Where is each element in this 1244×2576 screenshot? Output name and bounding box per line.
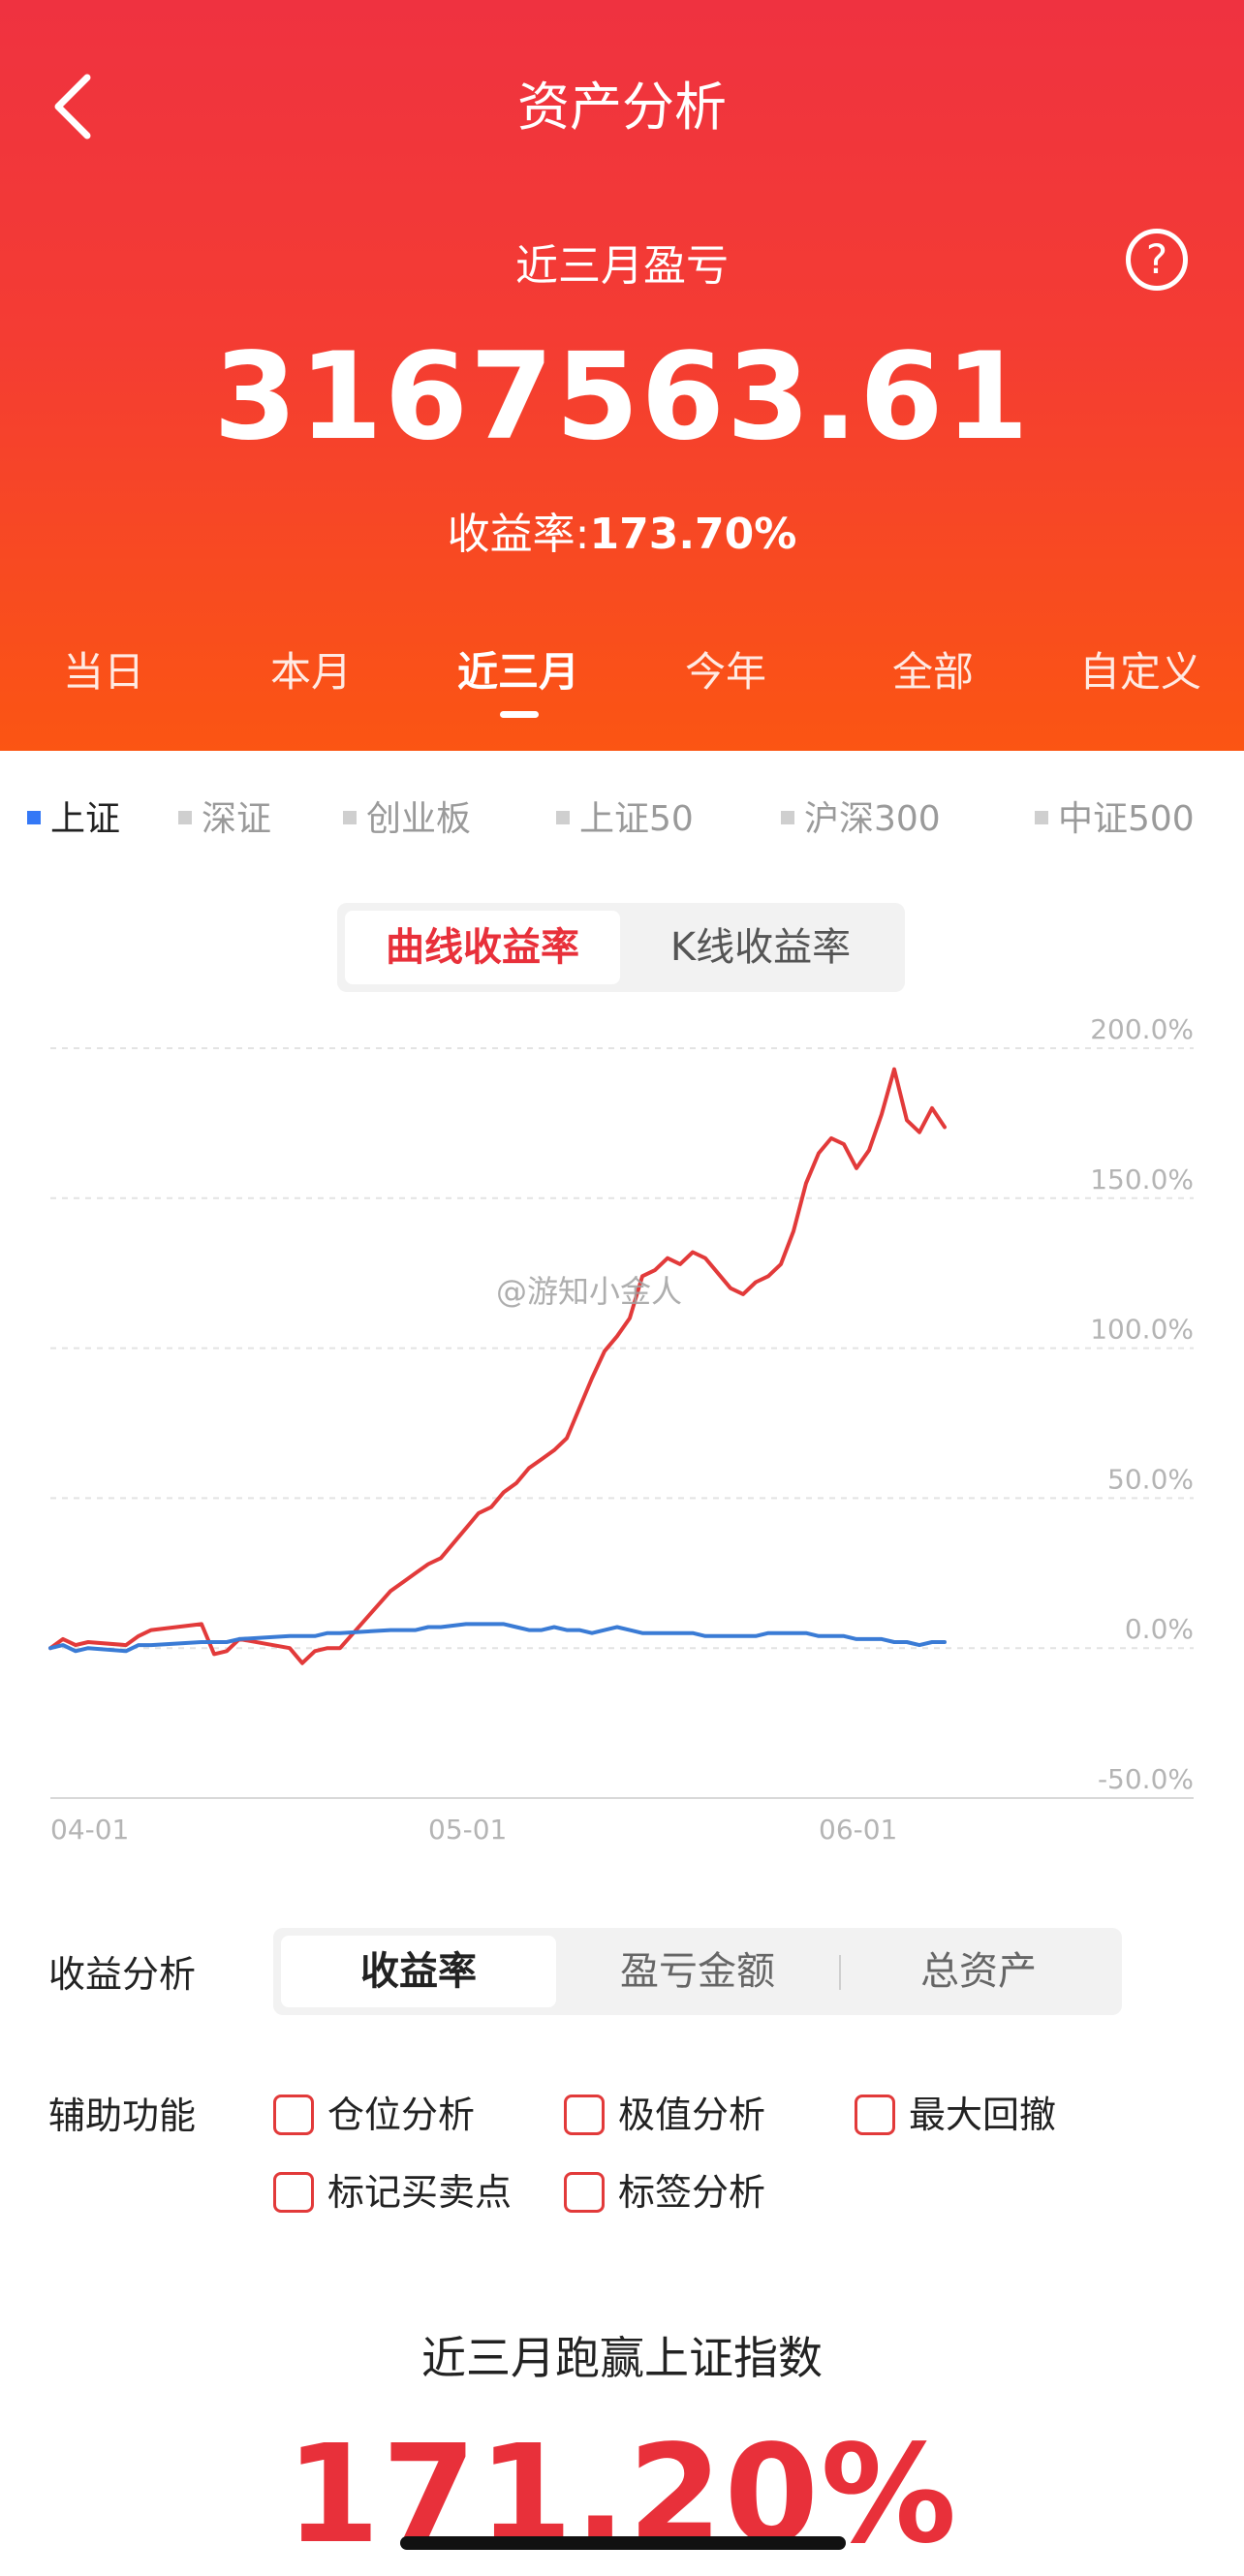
checkbox-label: 标签分析 — [618, 2171, 766, 2214]
checkbox-extreme-analysis[interactable]: 极值分析 — [564, 2085, 765, 2138]
x-tick-label: 05-01 — [428, 1814, 507, 1846]
checkbox-tag-analysis[interactable]: 标签分析 — [564, 2162, 765, 2216]
analysis-segment: 收益率 盈亏金额 总资产 — [273, 1928, 1122, 2015]
tab-custom[interactable]: 自定义 — [1037, 639, 1244, 698]
range-tabs: 当日 本月 近三月 今年 全部 自定义 — [0, 639, 1244, 717]
curve-return-button[interactable]: 曲线收益率 — [345, 911, 620, 984]
beat-index-title: 近三月跑赢上证指数 — [421, 2332, 823, 2384]
legend-square-icon — [343, 811, 357, 824]
header-banner: 资产分析 近三月盈亏 ? 3167563.61 收益率:173.70% 当日 本… — [0, 0, 1244, 751]
segment-total-assets[interactable]: 总资产 — [843, 1936, 1114, 2007]
checkbox-icon — [273, 2172, 314, 2213]
x-tick-label: 06-01 — [819, 1814, 897, 1846]
segment-return-rate[interactable]: 收益率 — [281, 1936, 556, 2007]
index-zz500[interactable]: 中证500 — [1035, 791, 1195, 841]
checkbox-mark-trades[interactable]: 标记买卖点 — [273, 2162, 512, 2216]
y-tick-label: 200.0% — [1090, 1013, 1194, 1045]
return-chart-svg: 200.0% 150.0% 100.0% 50.0% 0.0% -50.0% 04-01 05… — [48, 1013, 1194, 1846]
index-label: 沪深300 — [804, 799, 941, 839]
legend-square-icon — [1035, 811, 1048, 824]
beat-index-value: 171.20% — [285, 2416, 959, 2574]
y-tick-label: 150.0% — [1090, 1164, 1194, 1195]
checkbox-position-analysis[interactable]: 仓位分析 — [273, 2085, 475, 2138]
tab-three-months[interactable]: 近三月 — [415, 639, 622, 698]
legend-square-icon — [27, 811, 41, 824]
legend-square-icon — [178, 811, 192, 824]
y-tick-label: 0.0% — [1125, 1613, 1194, 1645]
return-chart: 200.0% 150.0% 100.0% 50.0% 0.0% -50.0% 04-01 05… — [0, 998, 1244, 1870]
legend-square-icon — [556, 811, 570, 824]
return-rate-value: 173.70% — [589, 510, 797, 559]
index-hs300[interactable]: 沪深300 — [781, 791, 941, 841]
checkbox-label: 标记买卖点 — [327, 2171, 513, 2214]
checkbox-icon — [564, 2095, 605, 2135]
return-rate: 收益率:173.70% — [0, 499, 1244, 561]
index-sh[interactable]: 上证 — [27, 791, 120, 841]
y-tick-label: 100.0% — [1090, 1314, 1194, 1346]
x-tick-label: 04-01 — [50, 1814, 129, 1846]
kline-return-button[interactable]: K线收益率 — [624, 911, 897, 984]
active-tab-indicator — [500, 711, 539, 718]
index-label: 上证50 — [579, 799, 694, 839]
index-label: 深证 — [202, 799, 272, 839]
index-label: 上证 — [50, 799, 121, 839]
checkbox-icon — [273, 2095, 314, 2135]
aux-label: 辅助功能 — [48, 2095, 197, 2137]
index-selector: 上证 深证 创业板 上证50 沪深300 中证500 — [0, 791, 1244, 839]
profit-amount: 3167563.61 — [213, 327, 1031, 467]
index-label: 中证500 — [1058, 799, 1195, 839]
page-title: 资产分析 — [517, 77, 727, 138]
y-tick-label: -50.0% — [1098, 1763, 1194, 1795]
index-sz[interactable]: 深证 — [178, 791, 271, 841]
checkbox-icon — [564, 2172, 605, 2213]
index-sh50[interactable]: 上证50 — [556, 791, 694, 841]
checkbox-max-drawdown[interactable]: 最大回撤 — [855, 2085, 1056, 2138]
y-tick-label: 50.0% — [1107, 1463, 1194, 1495]
tab-this-month[interactable]: 本月 — [207, 639, 415, 698]
checkbox-label: 仓位分析 — [327, 2094, 476, 2136]
checkbox-label: 最大回撤 — [909, 2094, 1057, 2136]
tab-this-year[interactable]: 今年 — [622, 639, 829, 698]
checkbox-icon — [855, 2095, 895, 2135]
analysis-label: 收益分析 — [48, 1953, 197, 1996]
index-cyb[interactable]: 创业板 — [343, 791, 471, 841]
legend-square-icon — [781, 811, 794, 824]
segment-divider — [839, 1955, 841, 1990]
chart-mode-toggle: 曲线收益率 K线收益率 — [337, 903, 905, 992]
segment-profit-amount[interactable]: 盈亏金额 — [560, 1936, 835, 2007]
home-indicator[interactable] — [400, 2536, 846, 2550]
watermark: @游知小金人 — [496, 1273, 683, 1310]
period-title: 近三月盈亏 — [515, 241, 729, 291]
index-label: 创业板 — [366, 799, 472, 839]
help-icon[interactable]: ? — [1126, 229, 1188, 291]
return-rate-label: 收益率: — [447, 510, 590, 559]
checkbox-label: 极值分析 — [618, 2094, 766, 2136]
index-return-line — [48, 1622, 947, 1654]
tab-all[interactable]: 全部 — [829, 639, 1037, 698]
tab-today[interactable]: 当日 — [0, 639, 207, 698]
portfolio-return-line — [48, 1067, 947, 1665]
